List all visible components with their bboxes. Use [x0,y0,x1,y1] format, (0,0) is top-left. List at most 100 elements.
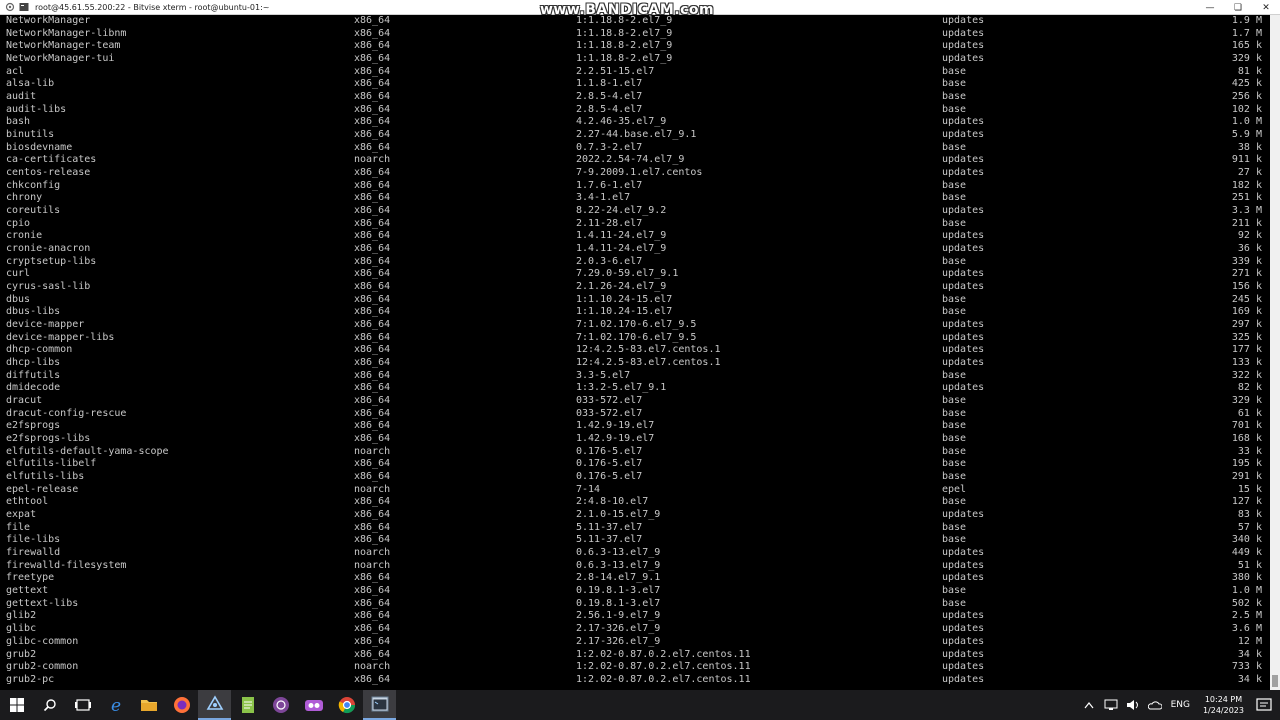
package-size: 182 k [1231,179,1262,191]
package-version: 0.19.8.1-3.el7 [576,597,661,609]
restore-button[interactable]: ❏ [1224,0,1252,15]
notepad-plus-button[interactable] [231,690,264,720]
terminal-window-icon[interactable] [19,2,29,12]
package-row: dhcp-common x86_64 12:4.2.5-83.el7.centos.… [0,344,1270,357]
package-repo: updates [942,27,985,39]
package-repo: base [942,306,967,318]
terminal-scrollbar[interactable] [1270,15,1280,690]
package-version: 0.19.8.1-3.el7 [576,585,661,597]
chevron-up-icon[interactable] [1084,701,1094,709]
package-arch: x86_64 [354,344,391,356]
notifications-icon[interactable] [1256,698,1272,712]
scrollbar-thumb[interactable] [1272,675,1278,687]
clock[interactable]: 10:24 PM 1/24/2023 [1203,694,1244,716]
package-arch: x86_64 [354,91,391,103]
package-size: 380 k [1231,572,1262,584]
firefox-icon [173,697,190,713]
package-name: file-libs [6,534,61,546]
package-size: 425 k [1231,78,1262,90]
package-repo: base [942,420,967,432]
onedrive-icon[interactable] [1147,699,1162,711]
package-size: 38 k [1237,141,1262,153]
package-size: 329 k [1231,395,1262,407]
package-name: expat [6,509,37,521]
package-size: 291 k [1231,471,1262,483]
package-repo: base [942,585,967,597]
package-size: 127 k [1231,496,1262,508]
package-repo: updates [942,154,985,166]
window-titlebar[interactable]: root@45.61.55.200:22 - Bitvise xterm - r… [0,0,1280,18]
package-size: 177 k [1231,344,1262,356]
package-row: centos-release x86_64 7-9.2009.1.el7.cento… [0,167,1270,180]
package-arch: x86_64 [354,27,391,39]
package-arch: x86_64 [354,167,391,179]
package-repo: base [942,78,967,90]
package-version: 033-572.el7 [576,407,643,419]
package-name: dracut-config-rescue [6,407,127,419]
package-size: 34 k [1237,673,1262,685]
package-row: grub2-common noarch 1:2.02-0.87.0.2.el7.ce… [0,661,1270,674]
package-name: dbus [6,293,31,305]
package-arch: x86_64 [354,496,391,508]
start-button[interactable] [0,690,33,720]
package-arch: noarch [354,483,391,495]
package-version: 0.176-5.el7 [576,445,643,457]
firefox-button[interactable] [165,690,198,720]
terminal-output[interactable]: NetworkManager x86_64 1:1.18.8-2.el7_9 upda… [0,15,1270,690]
minimize-button[interactable]: — [1196,0,1224,15]
package-name: elfutils-libelf [6,458,97,470]
package-arch: x86_64 [354,192,391,204]
terminal-taskbar-button[interactable] [363,690,396,720]
task-view-button[interactable] [66,690,99,720]
bitvise-client-button[interactable] [198,690,231,720]
package-name: elfutils-libs [6,471,85,483]
package-arch: x86_64 [354,40,391,52]
package-version: 2.11-28.el7 [576,217,643,229]
package-row: dracut x86_64 033-572.el7 base 329 k [0,395,1270,408]
package-arch: x86_64 [354,534,391,546]
chrome-button[interactable] [330,690,363,720]
package-row: NetworkManager-libnm x86_64 1:1.18.8-2.el7… [0,28,1270,41]
package-repo: updates [942,243,985,255]
package-arch: x86_64 [354,673,391,685]
file-explorer-button[interactable] [132,690,165,720]
package-arch: x86_64 [354,407,391,419]
tor-browser-button[interactable] [264,690,297,720]
package-arch: x86_64 [354,116,391,128]
window-controls: — ❏ ✕ [1196,0,1280,15]
package-repo: updates [942,661,985,673]
package-version: 2.27-44.base.el7_9.1 [576,129,697,141]
close-button[interactable]: ✕ [1252,0,1280,15]
package-repo: updates [942,635,985,647]
package-name: ca-certificates [6,154,97,166]
app-gear-icon[interactable] [5,2,15,12]
package-name: glib2 [6,610,37,622]
edge-button[interactable]: e [99,690,132,720]
package-version: 1:1.18.8-2.el7_9 [576,27,673,39]
bandicam-button[interactable] [297,690,330,720]
package-arch: x86_64 [354,382,391,394]
package-size: 256 k [1231,91,1262,103]
package-row: device-mapper x86_64 7:1.02.170-6.el7_9.5 u… [0,319,1270,332]
language-indicator[interactable]: ENG [1171,700,1190,710]
package-row: glibc-common x86_64 2.17-326.el7_9 updates 1… [0,636,1270,649]
package-row: elfutils-libs x86_64 0.176-5.el7 base 291 k [0,471,1270,484]
package-version: 0.176-5.el7 [576,471,643,483]
package-arch: x86_64 [354,420,391,432]
package-name: dmidecode [6,382,61,394]
package-version: 0.7.3-2.el7 [576,141,643,153]
package-arch: x86_64 [354,357,391,369]
package-row: bash x86_64 4.2.46-35.el7_9 updates 1.0 M [0,116,1270,129]
package-size: 1.9 M [1231,15,1262,26]
volume-icon[interactable] [1126,699,1140,711]
package-row: grub2 x86_64 1:2.02-0.87.0.2.el7.centos.11… [0,649,1270,662]
search-button[interactable] [33,690,66,720]
package-repo: base [942,496,967,508]
package-size: 51 k [1237,559,1262,571]
package-name: chrony [6,192,43,204]
network-icon[interactable] [1104,699,1118,711]
package-repo: base [942,407,967,419]
package-repo: updates [942,547,985,559]
package-name: dhcp-common [6,344,73,356]
package-arch: x86_64 [354,281,391,293]
